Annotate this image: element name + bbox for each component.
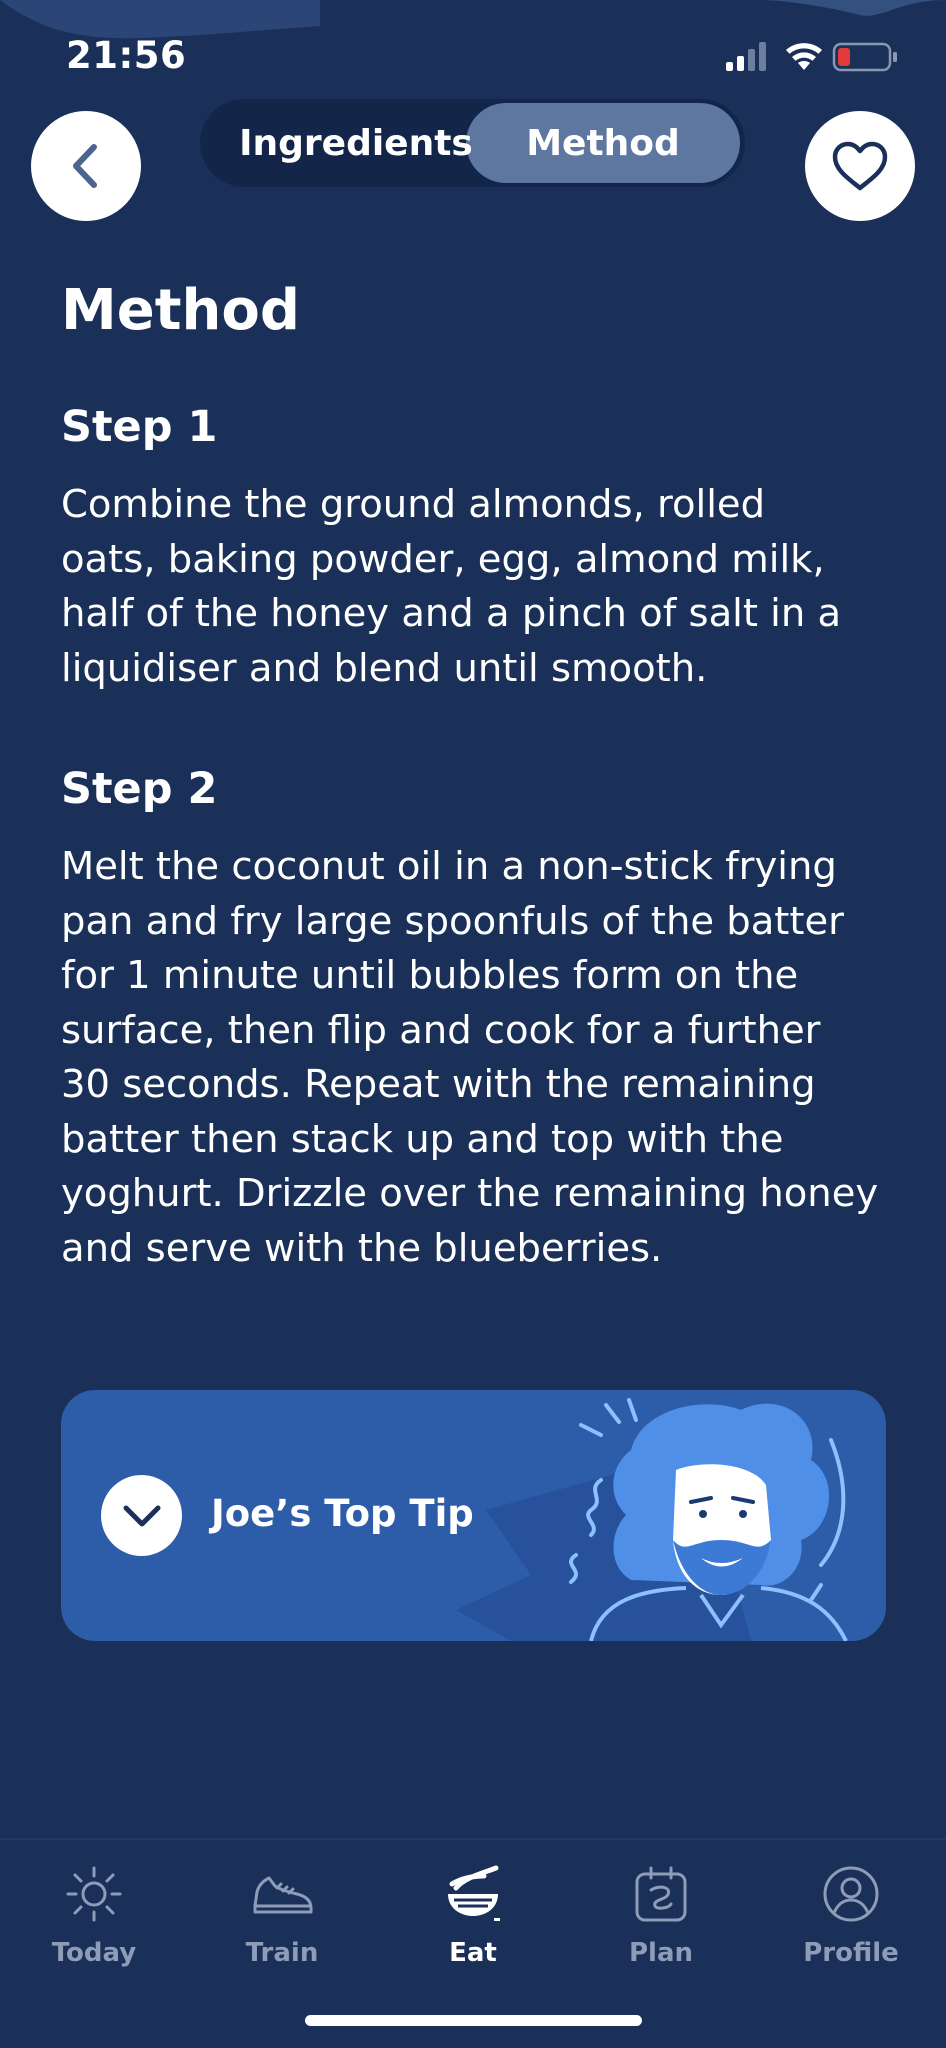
calendar-icon [635,1866,687,1922]
chevron-left-icon [73,144,97,188]
step-line: for 1 minute until bubbles form on the [61,953,799,998]
step-line: half of the honey and a pinch of salt in… [61,591,842,636]
tab-eat[interactable]: Eat [393,1860,553,1980]
step-1-text: Combine the ground almonds, rolled oats,… [61,478,901,696]
tab-label: Plan [628,1938,694,1968]
step-line: Melt the coconut oil in a non-stick fryi… [61,844,837,889]
tab-label: Profile [803,1938,899,1968]
tab-label: Eat [449,1938,497,1968]
step-line: liquidiser and blend until smooth. [61,645,708,691]
wifi-icon [786,43,822,70]
step-line: Combine the ground almonds, rolled [61,482,766,527]
favorite-button[interactable] [805,111,915,221]
tip-label: Joe’s Top Tip [211,1492,474,1535]
tab-today[interactable]: Today [14,1860,174,1980]
chevron-down-icon [123,1505,160,1526]
step-line: oats, baking powder, egg, almond milk, [61,536,825,582]
tab-label: Today [51,1938,137,1968]
bowl-icon [448,1865,500,1921]
back-button[interactable] [31,111,141,221]
segmented-control: Method Ingredients [200,99,745,187]
sneaker-icon [253,1876,313,1914]
tip-expand-button[interactable] [101,1475,182,1556]
top-tip-card[interactable]: Joe’s Top Tip [61,1390,886,1641]
step-line: pan and fry large spoonfuls of the batte… [61,898,845,944]
user-icon [823,1866,879,1922]
status-time: 21:56 [66,34,187,77]
step-line: and serve with the blueberries. [61,1225,663,1271]
tab-train[interactable]: Train [202,1860,362,1980]
step-line: yoghurt. Drizzle over the remaining hone… [61,1171,879,1216]
page-title: Method [61,278,300,343]
home-indicator[interactable] [305,2015,642,2026]
status-icons [726,42,897,72]
tab-plan[interactable]: Plan [581,1860,741,1980]
tab-label: Train [245,1938,319,1968]
step-2-text: Melt the coconut oil in a non-stick fryi… [61,840,901,1276]
step-line: surface, then flip and cook for a furthe… [61,1007,821,1053]
battery-icon [832,42,897,72]
heart-icon [832,141,888,191]
tab-ingredients[interactable]: Ingredients [216,103,496,183]
tab-method[interactable]: Method [466,103,740,183]
status-bar: 21:56 [0,0,946,100]
step-2-heading: Step 2 [61,764,218,814]
tab-profile[interactable]: Profile [771,1860,931,1980]
step-line: batter then stack up and top with the [61,1116,784,1162]
step-line: 30 seconds. Repeat with the remaining [61,1062,816,1107]
signal-icon [726,42,766,71]
sun-icon [66,1866,122,1922]
step-1-heading: Step 1 [61,402,218,452]
